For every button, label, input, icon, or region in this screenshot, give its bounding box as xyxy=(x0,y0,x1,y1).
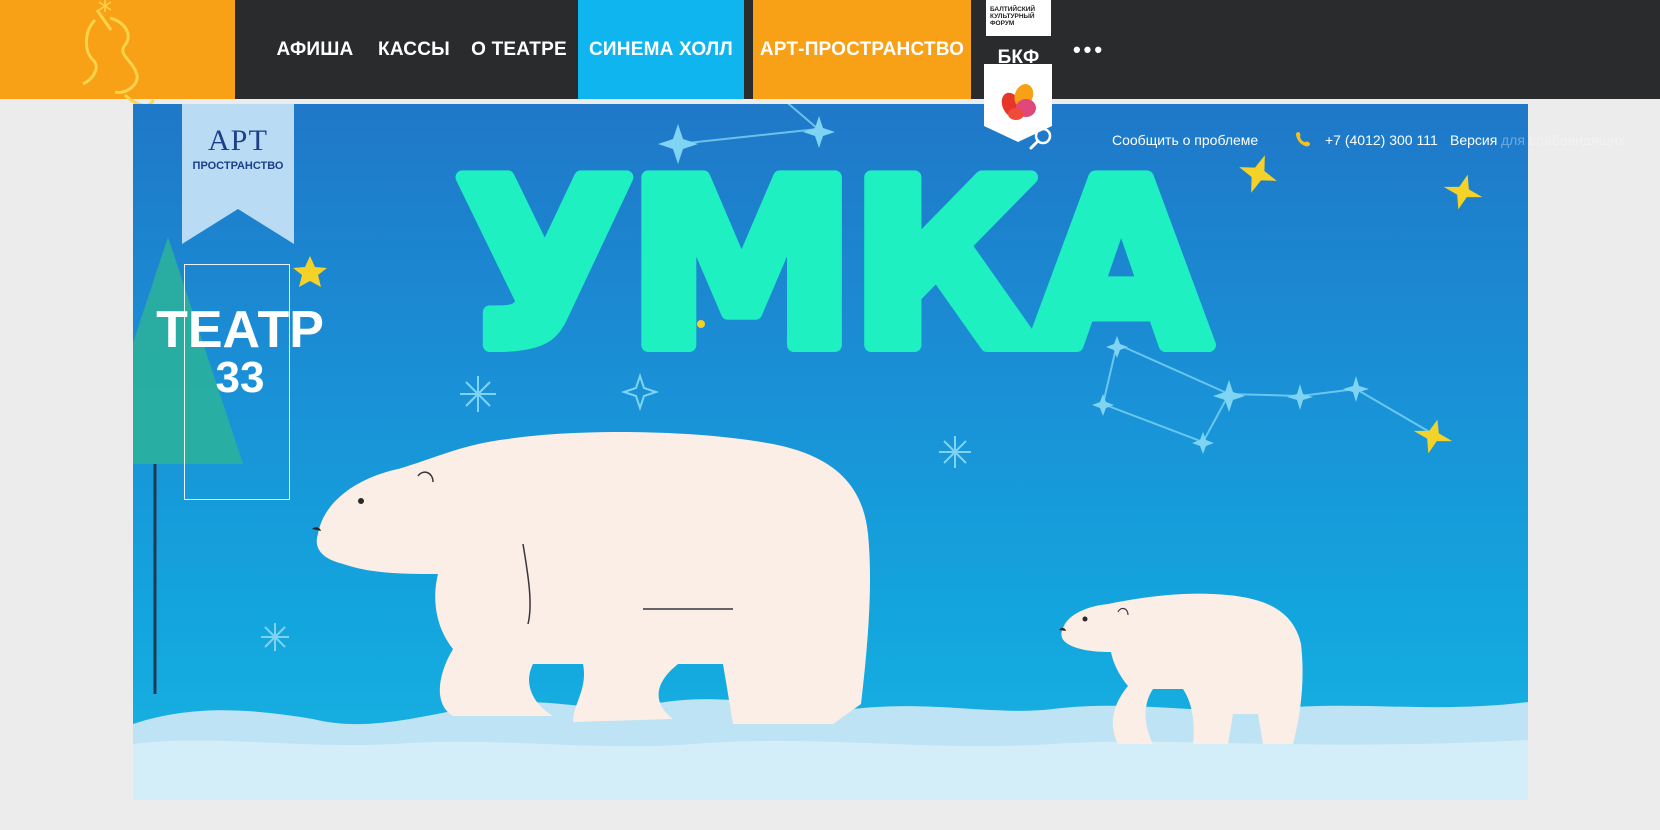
big-polar-bear xyxy=(316,432,871,724)
hero-title-graphic: УМКА xyxy=(449,150,1220,380)
more-menu-button[interactable]: ••• xyxy=(1066,0,1112,99)
phone-number-link[interactable]: +7 (4012) 300 111 xyxy=(1325,132,1438,148)
nav-art-space[interactable]: АРТ-ПРОСТРАНСТВО xyxy=(753,0,971,99)
nav-kassy[interactable]: КАССЫ xyxy=(372,0,456,99)
phone-icon xyxy=(1296,132,1310,147)
top-navigation: АФИША КАССЫ О ТЕАТРЕ СИНЕМА ХОЛЛ АРТ-ПРО… xyxy=(0,0,1660,107)
theatre-name: ТЕАТР xyxy=(156,301,324,359)
report-problem-link[interactable]: Сообщить о проблеме xyxy=(1112,132,1258,148)
site-logo[interactable] xyxy=(0,0,235,107)
ribbon-title: АРТ xyxy=(207,124,269,157)
nav-o-teatre[interactable]: О ТЕАТРЕ xyxy=(468,0,570,99)
hero-title: УМКА xyxy=(456,150,1209,380)
nav-cinema-hall[interactable]: СИНЕМА ХОЛЛ xyxy=(578,0,744,99)
bkf-badge: БАЛТИЙСКИЙ КУЛЬТУРНЫЙ ФОРУМ xyxy=(986,0,1051,36)
search-icon[interactable] xyxy=(1028,126,1054,152)
ribbon-subtitle: ПРОСТРАНСТВО xyxy=(192,160,284,172)
accessibility-link-overflow: для слабовидящих xyxy=(1501,132,1625,148)
theatre-logo-icon xyxy=(82,0,155,107)
theatre-number: 33 xyxy=(215,353,265,402)
accessibility-link[interactable]: Версия xyxy=(1450,132,1497,148)
nav-afisha[interactable]: АФИША xyxy=(270,0,360,99)
